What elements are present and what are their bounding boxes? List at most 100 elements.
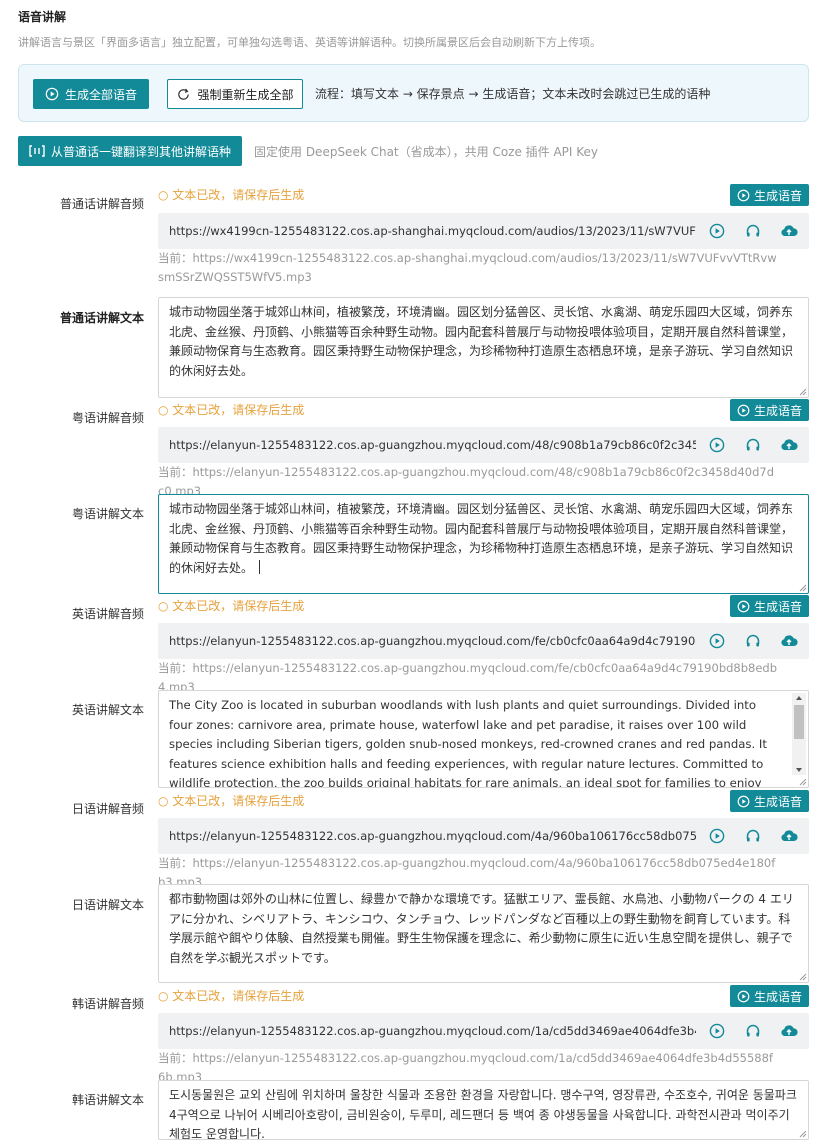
upload-audio-button[interactable]	[780, 222, 798, 240]
narration-text: 城市动物园坐落于城郊山林间，植被繁茂，环境清幽。园区划分猛兽区、灵长馆、水禽湖、…	[169, 305, 794, 378]
play-icon	[709, 633, 725, 649]
audio-field-label: 普通话讲解音频	[59, 197, 144, 211]
text-field-label: 日语讲解文本	[71, 898, 144, 912]
resize-handle-icon[interactable]	[798, 972, 807, 981]
flow-description: 流程：填写文本 → 保存景点 → 生成语音；文本未改时会跳过已生成的语种	[315, 87, 711, 101]
headphones-icon	[746, 829, 760, 842]
generate-voice-button[interactable]: 生成语音	[730, 184, 809, 206]
audio-url-field[interactable]: https://elanyun-1255483122.cos.ap-guangz…	[158, 818, 809, 854]
force-regenerate-label: 强制重新生成全部	[197, 87, 294, 102]
play-button[interactable]	[708, 1022, 726, 1040]
resize-handle-icon[interactable]	[798, 777, 807, 786]
preview-audio-button[interactable]	[744, 436, 762, 454]
upload-audio-button[interactable]	[780, 1022, 798, 1040]
play-circle-icon	[737, 404, 750, 416]
audio-url-field[interactable]: https://wx4199cn-1255483122.cos.ap-shang…	[158, 213, 809, 249]
preview-audio-button[interactable]	[744, 1022, 762, 1040]
play-circle-icon	[737, 189, 750, 201]
play-circle-icon	[737, 600, 750, 612]
headphones-icon	[746, 224, 760, 237]
text-field-label: 韩语讲解文本	[71, 1093, 144, 1107]
status-text: ○ 文本已改，请保存后生成	[158, 188, 305, 202]
audio-field-label: 英语讲解音频	[71, 607, 144, 621]
audio-field-label: 粤语讲解音频	[71, 411, 144, 425]
status-text: ○ 文本已改，请保存后生成	[158, 794, 305, 808]
upload-audio-button[interactable]	[780, 436, 798, 454]
translate-icon	[29, 145, 45, 157]
textarea-scrollbar[interactable]	[792, 693, 806, 775]
generate-voice-label: 生成语音	[753, 599, 802, 614]
section-title: 语音讲解	[18, 10, 67, 24]
generate-all-button[interactable]: 生成全部语音	[33, 79, 149, 109]
narration-textarea[interactable]: 도시동물원은 교외 산림에 위치하며 울창한 식물과 조용한 환경을 자랑합니다…	[158, 1080, 809, 1140]
headphones-icon	[746, 634, 760, 647]
generate-voice-label: 生成语音	[753, 989, 802, 1004]
narration-text: 城市动物园坐落于城郊山林间，植被繁茂，环境清幽。园区划分猛兽区、灵长馆、水禽湖、…	[169, 502, 794, 575]
generate-voice-label: 生成语音	[753, 794, 802, 809]
play-button[interactable]	[708, 222, 726, 240]
text-field-label: 粤语讲解文本	[71, 507, 144, 521]
current-audio-url: 当前：https://wx4199cn-1255483122.cos.ap-sh…	[158, 251, 777, 284]
text-field-label: 英语讲解文本	[71, 703, 144, 717]
play-circle-icon	[737, 990, 750, 1002]
audio-url-text: https://elanyun-1255483122.cos.ap-guangz…	[169, 634, 696, 648]
preview-audio-button[interactable]	[744, 632, 762, 650]
translate-from-mandarin-button[interactable]: 从普通话一键翻译到其他讲解语种	[18, 136, 242, 166]
play-circle-icon	[45, 87, 59, 101]
generate-all-label: 生成全部语音	[64, 87, 137, 102]
audio-field-label: 韩语讲解音频	[71, 997, 144, 1011]
audio-url-field[interactable]: https://elanyun-1255483122.cos.ap-guangz…	[158, 427, 809, 463]
generation-toolbar: 生成全部语音 强制重新生成全部 流程：填写文本 → 保存景点 → 生成语音；文本…	[18, 64, 809, 122]
narration-text: The City Zoo is located in suburban wood…	[169, 698, 767, 788]
translate-label: 从普通话一键翻译到其他讲解语种	[50, 144, 231, 159]
text-field-label: 普通话讲解文本	[59, 311, 144, 325]
play-button[interactable]	[708, 632, 726, 650]
resize-handle-icon[interactable]	[798, 1129, 807, 1138]
headphones-icon	[746, 438, 760, 451]
audio-url-field[interactable]: https://elanyun-1255483122.cos.ap-guangz…	[158, 1013, 809, 1049]
text-caret	[258, 559, 260, 574]
narration-textarea[interactable]: 城市动物园坐落于城郊山林间，植被繁茂，环境清幽。园区划分猛兽区、灵长馆、水禽湖、…	[158, 494, 809, 594]
cloud-upload-icon	[781, 225, 798, 236]
generate-voice-label: 生成语音	[753, 188, 802, 203]
preview-audio-button[interactable]	[744, 222, 762, 240]
translate-note: 固定使用 DeepSeek Chat（省成本），共用 Coze 插件 API K…	[254, 145, 599, 159]
audio-url-text: https://wx4199cn-1255483122.cos.ap-shang…	[169, 224, 696, 238]
generate-voice-button[interactable]: 生成语音	[730, 790, 809, 812]
status-text: ○ 文本已改，请保存后生成	[158, 403, 305, 417]
audio-url-text: https://elanyun-1255483122.cos.ap-guangz…	[169, 829, 696, 843]
play-circle-icon	[737, 795, 750, 807]
force-regenerate-all-button[interactable]: 强制重新生成全部	[167, 79, 303, 109]
generate-voice-button[interactable]: 生成语音	[730, 399, 809, 421]
audio-field-label: 日语讲解音频	[71, 802, 144, 816]
cloud-upload-icon	[781, 1025, 798, 1036]
audio-url-text: https://elanyun-1255483122.cos.ap-guangz…	[169, 1024, 696, 1038]
play-icon	[709, 223, 725, 239]
preview-audio-button[interactable]	[744, 827, 762, 845]
upload-audio-button[interactable]	[780, 632, 798, 650]
narration-textarea[interactable]: 城市动物园坐落于城郊山林间，植被繁茂，环境清幽。园区划分猛兽区、灵长馆、水禽湖、…	[158, 297, 809, 398]
status-text: ○ 文本已改，请保存后生成	[158, 599, 305, 613]
cloud-upload-icon	[781, 439, 798, 450]
section-description: 讲解语言与景区「界面多语言」独立配置，可单独勾选粤语、英语等讲解语种。切换所属景…	[18, 36, 601, 49]
play-icon	[709, 437, 725, 453]
play-icon	[709, 828, 725, 844]
resize-handle-icon[interactable]	[798, 583, 807, 592]
narration-textarea[interactable]: The City Zoo is located in suburban wood…	[158, 690, 809, 788]
upload-audio-button[interactable]	[780, 827, 798, 845]
headphones-icon	[746, 1024, 760, 1037]
generate-voice-button[interactable]: 生成语音	[730, 985, 809, 1007]
audio-url-field[interactable]: https://elanyun-1255483122.cos.ap-guangz…	[158, 623, 809, 659]
play-button[interactable]	[708, 436, 726, 454]
generate-voice-button[interactable]: 生成语音	[730, 595, 809, 617]
play-icon	[709, 1023, 725, 1039]
cloud-upload-icon	[781, 830, 798, 841]
resize-handle-icon[interactable]	[798, 387, 807, 396]
narration-text: 都市動物園は郊外の山林に位置し、緑豊かで静かな環境です。猛獣エリア、霊長館、水鳥…	[169, 892, 794, 965]
status-text: ○ 文本已改，请保存后生成	[158, 989, 305, 1003]
generate-voice-label: 生成语音	[753, 403, 802, 418]
play-button[interactable]	[708, 827, 726, 845]
refresh-icon	[178, 88, 190, 100]
narration-textarea[interactable]: 都市動物園は郊外の山林に位置し、緑豊かで静かな環境です。猛獣エリア、霊長館、水鳥…	[158, 884, 809, 983]
audio-url-text: https://elanyun-1255483122.cos.ap-guangz…	[169, 438, 696, 452]
